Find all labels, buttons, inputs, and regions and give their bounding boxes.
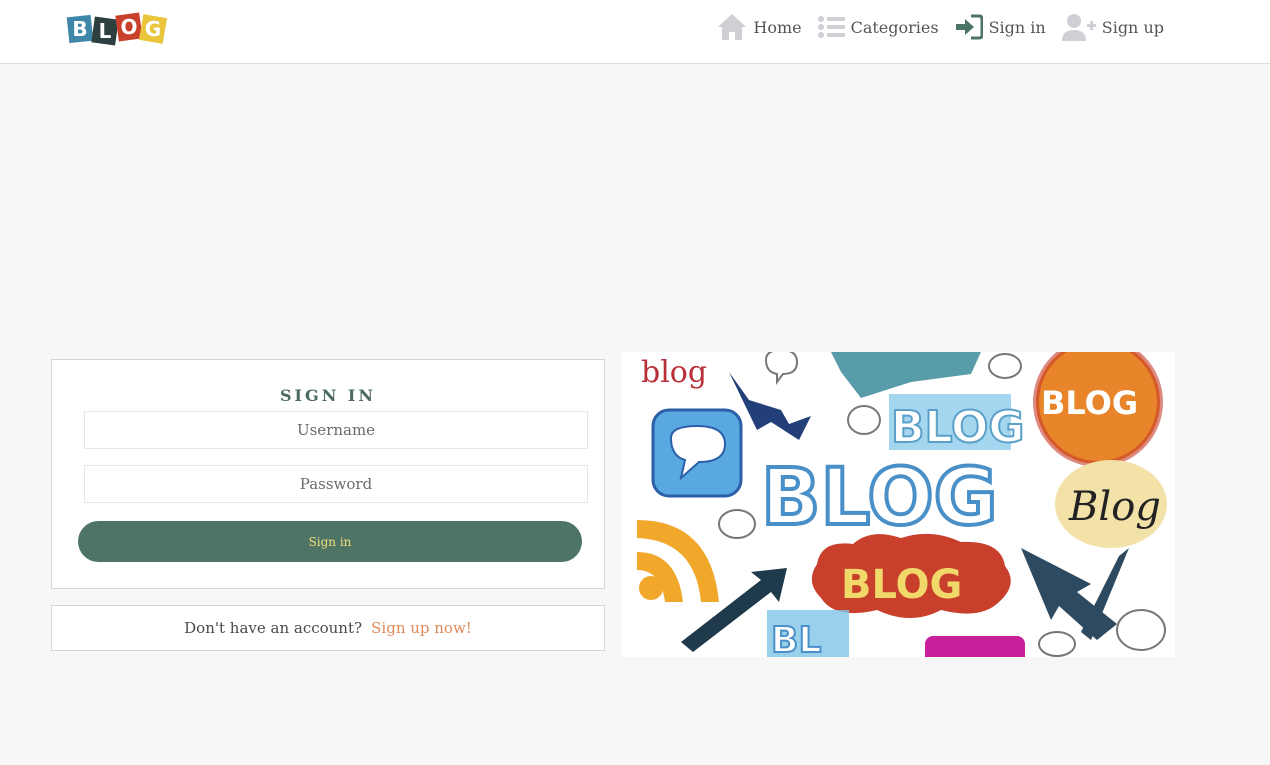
svg-text:O: O [120, 15, 137, 39]
logo-letter-b-tile: B [66, 14, 94, 44]
svg-text:BLOG: BLOG [841, 562, 962, 608]
teal-scribble-doodle [831, 352, 981, 398]
sign-in-icon [955, 14, 983, 40]
nav-sign-up-label: Sign up [1101, 17, 1164, 37]
nav-categories[interactable]: Categories [817, 15, 939, 39]
sign-in-button[interactable]: Sign in [78, 521, 582, 562]
nav-sign-in-label: Sign in [988, 17, 1046, 37]
list-icon [817, 16, 845, 38]
svg-text:Blog: Blog [1068, 484, 1161, 530]
speech-bubble-doodle [764, 352, 799, 385]
svg-text:BLOG: BLOG [761, 453, 998, 543]
sign-in-card: SIGN IN Sign in [51, 359, 605, 589]
sign-up-prompt-text: Don't have an account? [184, 619, 363, 637]
rss-icon-doodle [637, 520, 719, 602]
top-navbar: B L O G Home Categories Sign in Sign up [0, 0, 1270, 64]
svg-text:blog: blog [641, 355, 707, 390]
sign-in-title: SIGN IN [279, 386, 376, 405]
bubble-doodle [847, 405, 881, 435]
blog-illustration: blog BLOG BLOG BLOG Blog BLOG BL [621, 352, 1175, 657]
nav-sign-up[interactable]: Sign up [1061, 13, 1164, 41]
nav-links: Home Categories Sign in Sign up [701, 13, 1164, 41]
svg-text:BLOG: BLOG [891, 402, 1025, 453]
sign-up-prompt-card: Don't have an account? Sign up now! [51, 605, 605, 651]
home-icon [718, 14, 747, 40]
magenta-block-doodle [925, 636, 1025, 657]
username-input[interactable] [84, 411, 588, 449]
sign-up-link[interactable]: Sign up now! [371, 619, 472, 637]
svg-text:BLOG: BLOG [1041, 384, 1138, 422]
svg-text:B: B [72, 17, 87, 41]
nav-home-label: Home [753, 17, 802, 37]
logo-letter-g-tile: G [138, 14, 168, 44]
nav-sign-in[interactable]: Sign in [955, 14, 1046, 40]
svg-text:BL: BL [771, 620, 821, 657]
blog-doodle-image: blog BLOG BLOG BLOG Blog BLOG BL [637, 352, 1167, 657]
logo-letter-l-tile: L [91, 16, 119, 46]
password-input[interactable] [84, 465, 588, 503]
user-plus-icon [1061, 14, 1096, 41]
bubble-doodle [988, 353, 1022, 379]
blog-logo[interactable]: B L O G [66, 10, 168, 46]
logo-letter-o-tile: O [115, 12, 143, 42]
svg-text:G: G [145, 17, 161, 41]
nav-categories-label: Categories [850, 17, 939, 37]
nav-home[interactable]: Home [717, 13, 802, 41]
svg-text:L: L [99, 19, 112, 43]
